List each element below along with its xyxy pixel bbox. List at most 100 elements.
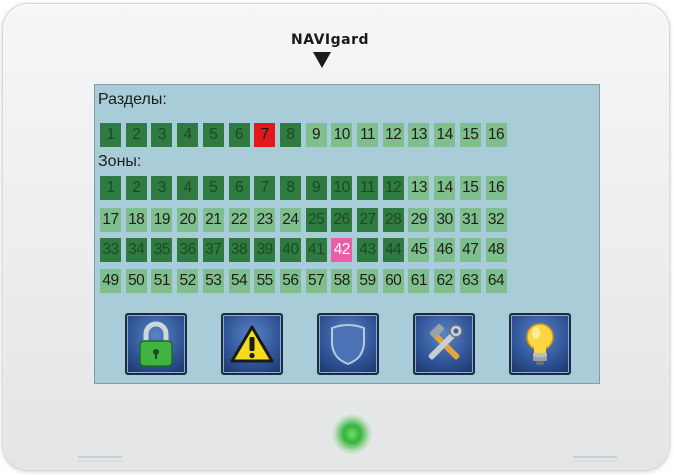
zone-cell-13[interactable]: 13 [408,176,430,200]
zone-cell-42[interactable]: 42 [331,238,353,262]
partition-cell-12[interactable]: 12 [382,123,404,147]
zone-cell-39[interactable]: 39 [254,238,276,262]
zone-cell-11[interactable]: 11 [357,176,378,200]
zone-cell-6[interactable]: 6 [228,176,250,200]
zone-cell-46[interactable]: 46 [434,238,456,262]
zone-cell-26[interactable]: 26 [331,208,353,232]
shield-icon [331,324,365,366]
zone-cell-51[interactable]: 51 [151,269,173,293]
zone-cell-32[interactable]: 32 [485,208,507,232]
padlock-icon [139,321,173,367]
zone-cell-43[interactable]: 43 [357,238,378,262]
zone-cell-20[interactable]: 20 [177,208,199,232]
zone-cell-7[interactable]: 7 [254,176,276,200]
zone-cell-44[interactable]: 44 [382,238,404,262]
zone-cell-40[interactable]: 40 [279,238,301,262]
zone-cell-34[interactable]: 34 [125,238,147,262]
zone-cell-33[interactable]: 33 [100,238,121,262]
zone-cell-35[interactable]: 35 [151,238,173,262]
lightbulb-icon [526,323,554,365]
partition-cell-6[interactable]: 6 [228,123,250,147]
zone-cell-29[interactable]: 29 [408,208,430,232]
partition-cell-13[interactable]: 13 [408,123,430,147]
partition-cell-2[interactable]: 2 [125,123,147,147]
partition-cell-8[interactable]: 8 [279,123,301,147]
zone-cell-8[interactable]: 8 [279,176,301,200]
zone-cell-30[interactable]: 30 [434,208,456,232]
zone-cell-56[interactable]: 56 [279,269,301,293]
light-button[interactable] [509,313,571,375]
zone-cell-24[interactable]: 24 [279,208,301,232]
speaker-grille-right [573,456,617,458]
zone-cell-52[interactable]: 52 [177,269,199,293]
zone-cell-47[interactable]: 47 [459,238,481,262]
brand-logo: NAVIgard [291,32,411,72]
zone-cell-36[interactable]: 36 [177,238,199,262]
zone-cell-12[interactable]: 12 [382,176,404,200]
zone-cell-22[interactable]: 22 [228,208,250,232]
lock-button[interactable] [125,313,187,375]
zone-cell-28[interactable]: 28 [382,208,404,232]
partition-cell-16[interactable]: 16 [485,123,507,147]
zone-cell-55[interactable]: 55 [254,269,276,293]
zone-cell-2[interactable]: 2 [125,176,147,200]
zone-cell-54[interactable]: 54 [228,269,250,293]
zone-cell-4[interactable]: 4 [177,176,199,200]
zone-cell-49[interactable]: 49 [100,269,121,293]
zone-cell-14[interactable]: 14 [434,176,456,200]
zone-cell-18[interactable]: 18 [125,208,147,232]
zone-cell-60[interactable]: 60 [382,269,404,293]
partition-cell-14[interactable]: 14 [434,123,456,147]
zone-cell-31[interactable]: 31 [459,208,481,232]
zone-cell-21[interactable]: 21 [202,208,224,232]
zone-cell-62[interactable]: 62 [434,269,456,293]
zone-cell-59[interactable]: 59 [357,269,378,293]
zone-cell-57[interactable]: 57 [305,269,327,293]
zone-cell-53[interactable]: 53 [202,269,224,293]
zone-cell-9[interactable]: 9 [305,176,327,200]
zone-cell-25[interactable]: 25 [305,208,327,232]
partition-cell-5[interactable]: 5 [202,123,224,147]
zones-label: Зоны: [98,153,142,170]
zone-cell-3[interactable]: 3 [151,176,173,200]
zone-cell-1[interactable]: 1 [100,176,121,200]
zone-cell-63[interactable]: 63 [459,269,481,293]
display-screen: Разделы: Зоны: 1 2 3 4 5 6 7 8 9 10 11 1… [94,84,600,384]
zone-cell-23[interactable]: 23 [254,208,276,232]
zone-cell-37[interactable]: 37 [202,238,224,262]
speaker-grille-left [78,456,122,458]
partitions-label: Разделы: [98,91,167,108]
partition-cell-9[interactable]: 9 [305,123,327,147]
zone-cell-16[interactable]: 16 [485,176,507,200]
settings-button[interactable] [413,313,475,375]
alarm-button[interactable] [221,313,283,375]
zone-cell-50[interactable]: 50 [125,269,147,293]
zone-cell-15[interactable]: 15 [459,176,481,200]
partition-cell-1[interactable]: 1 [100,123,121,147]
partition-cell-15[interactable]: 15 [459,123,481,147]
partition-cell-4[interactable]: 4 [177,123,199,147]
partition-cell-7[interactable]: 7 [254,123,276,147]
warning-icon [230,325,274,363]
zone-cell-17[interactable]: 17 [100,208,121,232]
zone-cell-61[interactable]: 61 [408,269,430,293]
partition-cell-10[interactable]: 10 [331,123,353,147]
zone-cell-27[interactable]: 27 [357,208,378,232]
status-led [332,414,372,454]
zone-cell-38[interactable]: 38 [228,238,250,262]
keypad-device: NAVIgard Разделы: Зоны: 1 2 3 4 5 6 7 8 … [2,3,670,471]
zone-cell-10[interactable]: 10 [331,176,353,200]
security-button[interactable] [317,313,379,375]
zone-cell-58[interactable]: 58 [331,269,353,293]
partition-cell-3[interactable]: 3 [151,123,173,147]
logo-triangle-icon [313,52,331,68]
zone-cell-41[interactable]: 41 [305,238,327,262]
brand-logo-text: NAVIgard [291,32,370,48]
zone-cell-64[interactable]: 64 [485,269,507,293]
tools-icon [428,324,463,360]
zone-cell-45[interactable]: 45 [408,238,430,262]
zone-cell-19[interactable]: 19 [151,208,173,232]
zone-cell-48[interactable]: 48 [485,238,507,262]
zone-cell-5[interactable]: 5 [202,176,224,200]
partition-cell-11[interactable]: 11 [357,123,378,147]
